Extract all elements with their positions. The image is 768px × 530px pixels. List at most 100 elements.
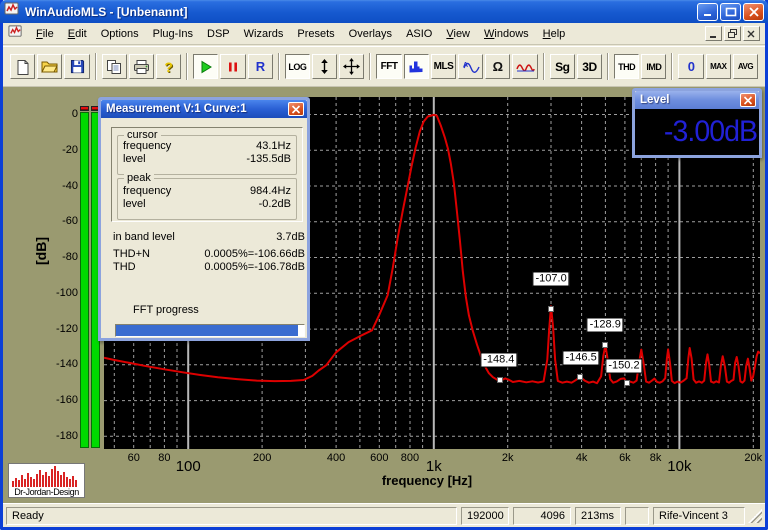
peak-level-label: level (123, 198, 146, 210)
status-bar: Ready 192000 4096 213ms Rife-Vincent 3 (3, 503, 765, 527)
menu-windows[interactable]: Windows (477, 25, 536, 43)
mdi-close-button[interactable] (743, 26, 760, 41)
y-tick-label: -20 (62, 143, 78, 156)
level-meter-left-bar (80, 112, 89, 448)
status-empty (625, 506, 649, 525)
status-ready: Ready (6, 506, 457, 525)
3d-view-button[interactable]: 3D (576, 54, 603, 79)
reset-button[interactable]: 0 (678, 54, 704, 79)
toolbar-separator (277, 53, 280, 80)
open-folder-icon (41, 61, 59, 73)
title-bar[interactable]: WinAudioMLS - [Unbenannt] (0, 0, 768, 23)
3d-view-label: 3D (582, 59, 597, 74)
x-tick-label-major: 100 (175, 458, 201, 475)
help-button[interactable]: ? (156, 54, 182, 79)
peak-marker[interactable] (577, 373, 584, 380)
thd-mode-button[interactable]: THD (614, 54, 640, 79)
mdi-restore-button[interactable] (724, 26, 741, 41)
log-scale-button[interactable]: LOG (284, 54, 311, 79)
level-close-button[interactable] (740, 93, 756, 107)
menu-dsp[interactable]: DSP (200, 25, 237, 43)
menu-options[interactable]: Options (94, 25, 146, 43)
peak-marker[interactable] (623, 379, 630, 386)
copy-pages-icon (107, 59, 122, 74)
main-window: WinAudioMLS - [Unbenannt] File Edit Option… (0, 0, 768, 530)
copy-button[interactable] (101, 54, 127, 79)
peak-value-label: -128.9 (586, 317, 624, 333)
mls-mode-label: MLS (433, 61, 454, 72)
measurement-title-bar[interactable]: Measurement V:1 Curve:1 (101, 100, 307, 118)
toolbar: ? R LOG FFT MLS A Ω Sg 3D THD IMD 0 MAX AVG (3, 46, 765, 87)
toolbar-separator (671, 53, 674, 80)
x-tick-label: 200 (252, 452, 272, 464)
menu-wizards[interactable]: Wizards (237, 25, 291, 43)
level-display: -3.00dB (635, 109, 759, 155)
close-button[interactable] (743, 2, 764, 21)
signal-generator-button[interactable]: Sg (549, 54, 575, 79)
cursor-frequency-label: frequency (123, 140, 172, 152)
status-fft-size: 4096 (513, 506, 571, 525)
spectrum-display-button[interactable] (403, 54, 429, 79)
impedance-button[interactable]: Ω (485, 54, 511, 79)
level-meter-left-peak (80, 106, 89, 111)
average-button[interactable]: AVG (732, 54, 759, 79)
mls-mode-button[interactable]: MLS (430, 54, 457, 79)
reset-label: 0 (687, 59, 695, 74)
cursor-peak-panel: cursor frequency 43.1Hz level -135.5dB pea… (111, 127, 303, 222)
move-cross-icon (343, 58, 361, 75)
pan-button[interactable] (339, 54, 365, 79)
new-document-button[interactable] (10, 54, 36, 79)
open-file-button[interactable] (37, 54, 63, 79)
in-band-level-row: in band level 3.7dB (113, 231, 305, 243)
x-tick-label: 4k (575, 452, 588, 464)
resize-grip[interactable] (748, 508, 762, 523)
fft-mode-button[interactable]: FFT (376, 54, 402, 79)
menu-asio[interactable]: ASIO (399, 25, 439, 43)
x-tick-label: 400 (326, 452, 346, 464)
measurement-title: Measurement V:1 Curve:1 (106, 103, 247, 115)
record-button[interactable]: R (247, 54, 273, 79)
document-icon[interactable] (8, 24, 23, 44)
save-floppy-icon (70, 59, 84, 74)
menu-plug-ins[interactable]: Plug-Ins (146, 25, 200, 43)
y-tick-label: -180 (55, 429, 78, 442)
sine-wave-icon: A (463, 62, 480, 73)
menu-help[interactable]: Help (536, 25, 573, 43)
overlay-curves-button[interactable] (512, 54, 538, 79)
menu-file[interactable]: File (29, 25, 61, 43)
menu-edit[interactable]: Edit (61, 25, 94, 43)
print-button[interactable] (128, 54, 155, 79)
measurement-close-button[interactable] (288, 102, 304, 116)
fft-progress-bar (115, 324, 305, 337)
y-tick-label: -120 (55, 322, 78, 335)
imd-mode-label: IMD (646, 61, 662, 72)
save-file-button[interactable] (64, 54, 90, 79)
peak-marker[interactable] (602, 341, 609, 348)
menu-presets[interactable]: Presets (290, 25, 341, 43)
peak-frequency-label: frequency (123, 185, 172, 197)
toolbar-separator (542, 53, 545, 80)
average-label: AVG (737, 62, 754, 71)
y-tick-label: 0 (71, 108, 78, 120)
thd-row: THD 0.0005%=-106.78dB (113, 261, 305, 273)
maximize-button[interactable] (720, 2, 741, 21)
x-tick-label: 2k (501, 452, 514, 464)
y-tick-label: -60 (62, 215, 78, 228)
status-window-function: Rife-Vincent 3 (653, 506, 745, 525)
menu-overlays[interactable]: Overlays (342, 25, 399, 43)
peak-marker[interactable] (496, 376, 503, 383)
mdi-minimize-button[interactable] (705, 26, 722, 41)
max-hold-button[interactable]: MAX (705, 54, 731, 79)
level-title-bar[interactable]: Level (635, 91, 759, 109)
menu-view[interactable]: View (439, 25, 477, 43)
menu-items: File Edit Options Plug-Ins DSP Wizards Presets… (29, 25, 703, 43)
vertical-scale-button[interactable] (312, 54, 338, 79)
pause-button[interactable] (220, 54, 246, 79)
peak-marker[interactable] (547, 306, 554, 313)
minimize-button[interactable] (697, 2, 718, 21)
toolbar-separator (369, 53, 372, 80)
help-question-icon: ? (164, 58, 173, 75)
imd-mode-button[interactable]: IMD (641, 54, 667, 79)
play-button[interactable] (193, 54, 219, 79)
sine-signal-button[interactable]: A (458, 54, 484, 79)
